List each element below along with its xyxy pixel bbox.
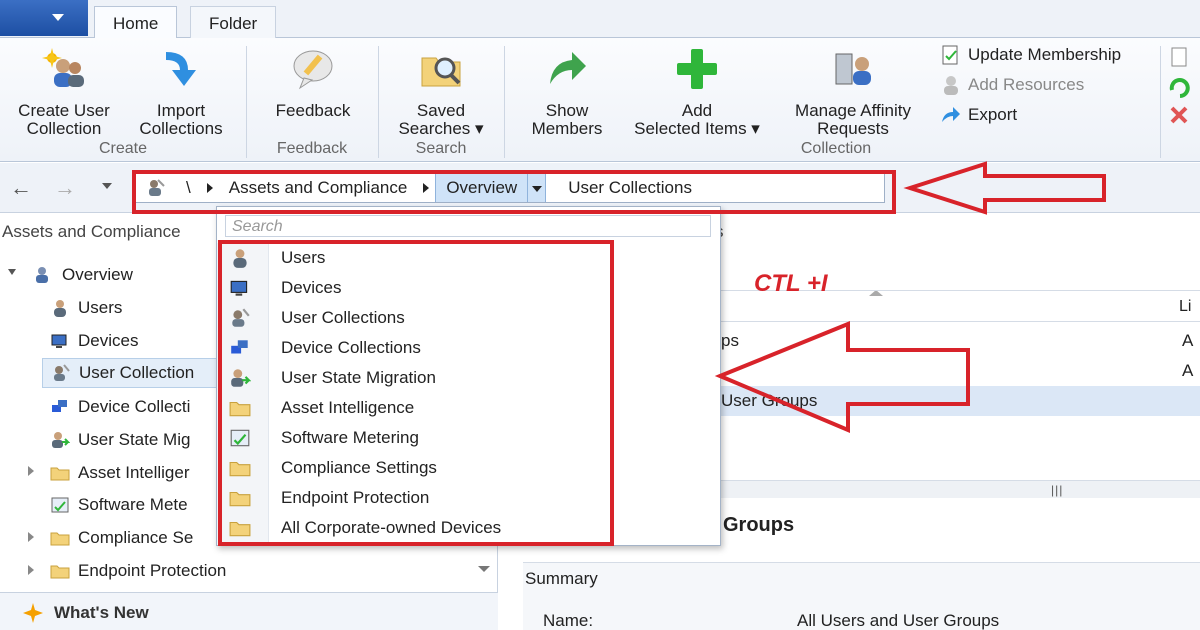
arrow-icon: [714, 321, 970, 434]
annotation-arrows: [714, 161, 1106, 434]
arrow-icon: [903, 161, 1106, 215]
